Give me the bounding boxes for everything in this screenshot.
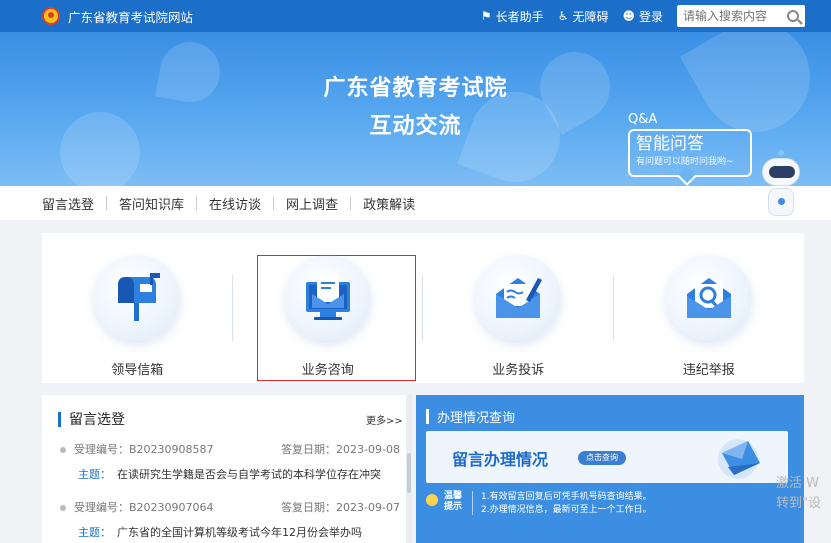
qa-tag: Q&A: [628, 112, 658, 127]
reply-date: 答复日期：2023-09-07: [281, 501, 400, 514]
tip-line: 1.有效留言回复后可凭手机号码查询结果。: [481, 492, 652, 502]
accessibility-label: 无障碍: [572, 9, 609, 24]
hero-banner: 广东省教育考试院 互动交流 Q&A 智能问答 有问题可以随时问我哟~: [0, 32, 831, 186]
selection-highlight: [256, 255, 416, 381]
service-icon-circle: [665, 255, 752, 341]
activation-watermark: 激活 W 转到"设: [776, 474, 821, 514]
message-subject[interactable]: 广东省的全国计算机等级考试今年12月份会举办吗: [117, 526, 362, 539]
login-link[interactable]: ☻ 登录: [622, 8, 663, 25]
list-item[interactable]: 受理编号：B20230907064 答复日期：2023-09-07 主题： 广东省…: [60, 499, 400, 540]
nav-item-knowledge-base[interactable]: 答问知识库: [119, 194, 184, 213]
service-leader-mailbox[interactable]: 领导信箱: [42, 233, 233, 383]
smart-qa-widget[interactable]: Q&A 智能问答 有问题可以随时问我哟~: [628, 112, 752, 177]
tip-label-line: 温馨: [444, 491, 463, 501]
service-label: 违纪举报: [682, 363, 735, 378]
watermark-line: 激活 W: [776, 476, 819, 491]
tip-divider: [472, 491, 473, 515]
nav-divider: [106, 196, 108, 210]
service-violation-report[interactable]: 违纪举报: [614, 233, 805, 383]
qa-bubble: 智能问答 有问题可以随时问我哟~: [628, 129, 752, 177]
nav-divider: [350, 196, 352, 210]
card-title: 留言办理情况: [452, 450, 549, 469]
robot-body: [768, 188, 794, 216]
elder-helper-link[interactable]: ⚑ 长者助手: [481, 8, 544, 25]
top-tools: ⚑ 长者助手 ♿ 无障碍 ☻ 登录: [467, 0, 805, 32]
tip-label: 温馨 提示: [444, 491, 464, 517]
tip-lines: 1.有效留言回复后可凭手机号码查询结果。 2.办理情况信息，最新可至上一个工作日…: [481, 491, 652, 517]
bullet-icon: [60, 505, 66, 511]
nav-divider: [273, 196, 275, 210]
elder-icon: ⚑: [480, 9, 492, 23]
heading-bar: [426, 409, 429, 424]
message-subject[interactable]: 在读研究生学籍是否会与自学考试的本科学位存在冲突: [117, 468, 381, 481]
heading-bar: [58, 411, 61, 427]
nav-item-messages[interactable]: 留言选登: [42, 194, 94, 213]
mailbox-icon: [118, 273, 161, 321]
robot-head: [762, 158, 800, 186]
search-box: [677, 5, 805, 27]
pen-envelope-icon: [496, 278, 543, 318]
subject-label: 主题：: [78, 526, 111, 539]
qa-title: 智能问答: [636, 134, 704, 154]
magnifier-envelope-icon: [686, 278, 731, 318]
service-entries: 领导信箱 业务咨询 业务投诉 违纪举报: [42, 233, 804, 383]
message-id: 受理编号：B20230907064: [74, 501, 214, 514]
sub-nav: 留言选登 答问知识库 在线访谈 网上调查 政策解读: [0, 186, 831, 220]
query-button[interactable]: 点击查询: [578, 451, 626, 465]
watermark-line: 转到"设: [776, 496, 821, 511]
reply-date: 答复日期：2023-09-08: [281, 443, 400, 456]
user-icon: ☻: [622, 9, 635, 23]
tip-label-line: 提示: [444, 502, 463, 512]
messages-title: 留言选登: [69, 412, 125, 428]
list-item[interactable]: 受理编号：B20230908587 答复日期：2023-09-08 主题： 在读研…: [60, 441, 400, 482]
national-emblem-icon: [42, 7, 60, 25]
bulb-icon: [426, 494, 438, 506]
site-name: 广东省教育考试院网站: [68, 9, 194, 25]
robot-dot: [778, 198, 785, 205]
status-query-panel: 办理情况查询 留言办理情况 点击查询 温馨 提示 1.有效留言回复后可凭手机号码查…: [416, 395, 804, 543]
tip-line: 2.办理情况信息，最新可至上一个工作日。: [481, 505, 652, 515]
scrollbar[interactable]: [406, 395, 412, 543]
more-link[interactable]: 更多>>: [366, 412, 403, 427]
nav-item-surveys[interactable]: 网上调查: [286, 194, 338, 213]
service-label: 业务投诉: [492, 363, 545, 378]
message-id: 受理编号：B20230908587: [74, 443, 214, 456]
envelope-icon: [718, 439, 760, 479]
bullet-icon: [60, 447, 66, 453]
elder-helper-label: 长者助手: [495, 9, 544, 24]
subject-label: 主题：: [78, 468, 111, 481]
status-title: 办理情况查询: [437, 411, 516, 426]
nav-divider: [196, 196, 198, 210]
login-label: 登录: [638, 9, 663, 24]
service-icon-circle: [94, 255, 181, 341]
robot-antenna: [778, 150, 784, 156]
tips: 温馨 提示 1.有效留言回复后可凭手机号码查询结果。 2.办理情况信息，最新可至上…: [426, 491, 652, 517]
messages-heading: 留言选登: [58, 409, 125, 429]
nav-item-policy[interactable]: 政策解读: [363, 194, 415, 213]
service-business-complaint[interactable]: 业务投诉: [423, 233, 614, 383]
nav-item-interviews[interactable]: 在线访谈: [209, 194, 261, 213]
accessibility-link[interactable]: ♿ 无障碍: [558, 8, 609, 25]
site-brand[interactable]: 广东省教育考试院网站: [42, 7, 193, 26]
messages-panel: 留言选登 更多>> 受理编号：B20230908587 答复日期：2023-09…: [42, 395, 412, 543]
banner-title: 广东省教育考试院: [323, 76, 508, 101]
wheelchair-icon: ♿: [557, 9, 569, 23]
service-business-consult[interactable]: 业务咨询: [233, 233, 423, 383]
service-icon-circle: [475, 255, 562, 341]
robot-assistant-icon[interactable]: [758, 150, 802, 220]
search-input[interactable]: [683, 9, 779, 23]
service-label: 领导信箱: [111, 363, 164, 378]
robot-face: [769, 166, 795, 178]
search-icon[interactable]: [787, 10, 799, 22]
status-heading: 办理情况查询: [426, 407, 515, 426]
status-query-card[interactable]: 留言办理情况 点击查询: [426, 431, 788, 483]
scrollbar-thumb[interactable]: [407, 453, 411, 493]
qa-subtitle: 有问题可以随时问我哟~: [636, 157, 734, 167]
top-bar: 广东省教育考试院网站 ⚑ 长者助手 ♿ 无障碍 ☻ 登录: [0, 0, 831, 32]
